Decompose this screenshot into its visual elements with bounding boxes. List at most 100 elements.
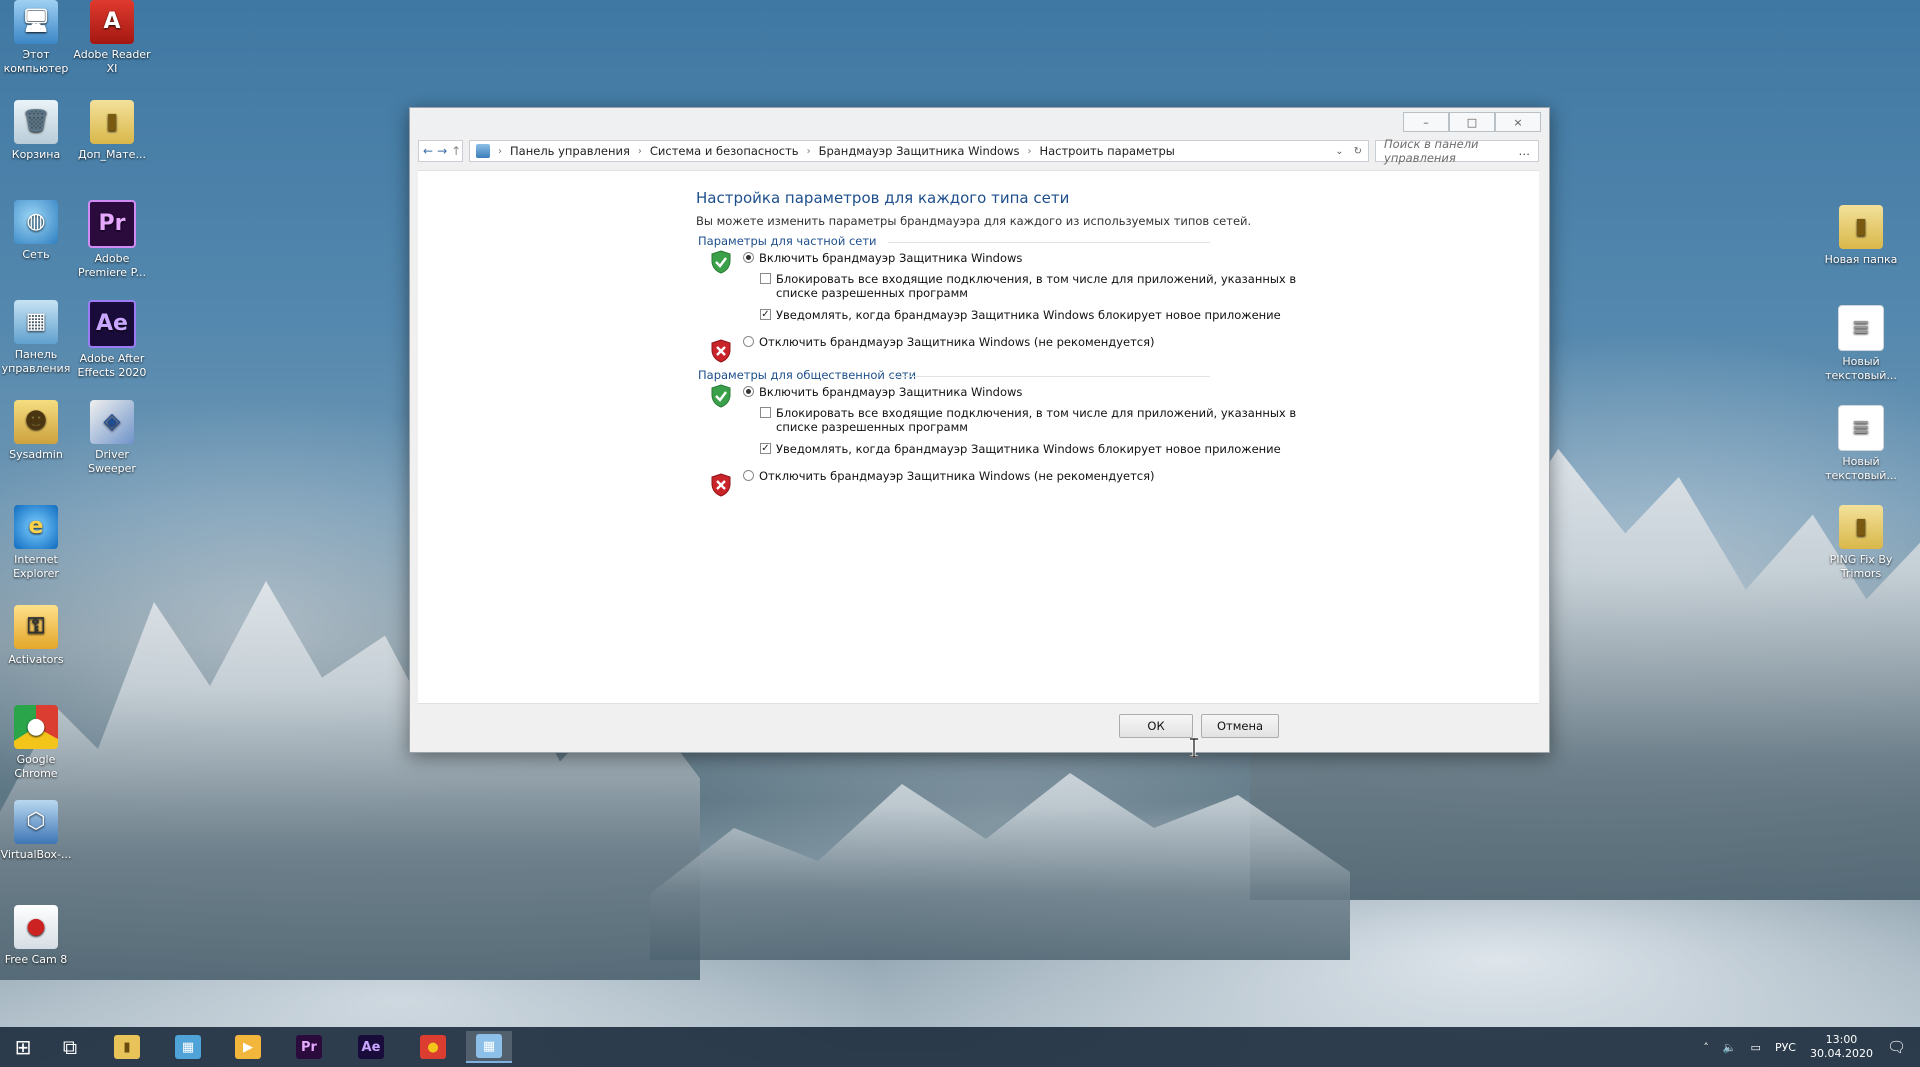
system-tray: ˄ 🔈 ▭ РУС 13:00 30.04.2020 🗨 <box>1703 1027 1920 1067</box>
public-notify-checkbox[interactable]: ✓ <box>760 443 771 454</box>
cancel-button[interactable]: Отмена <box>1201 714 1279 738</box>
store-taskbar-button[interactable]: ▦ <box>165 1031 211 1063</box>
desktop-icon[interactable]: ◈ Driver Sweeper <box>73 400 151 476</box>
up-arrow-icon[interactable]: ↑ <box>451 144 461 158</box>
desktop-icon-label: Sysadmin <box>9 448 63 461</box>
desktop-icon-label: Новый текстовый... <box>1825 355 1897 382</box>
text-cursor-icon <box>1190 738 1198 758</box>
breadcrumb-item-system-security[interactable]: Система и безопасность <box>650 144 799 158</box>
desktop-icon[interactable]: Ae Adobe After Effects 2020 <box>73 300 151 380</box>
public-enable-option[interactable]: Включить брандмауэр Защитника Windows <box>743 385 1022 399</box>
public-block-checkbox[interactable] <box>760 407 771 418</box>
public-block-option[interactable]: Блокировать все входящие подключения, в … <box>760 406 1296 434</box>
control-panel-taskbar-button[interactable]: ▦ <box>466 1031 512 1063</box>
breadcrumb[interactable]: › Панель управления › Система и безопасн… <box>469 140 1370 162</box>
private-notify-checkbox[interactable]: ✓ <box>760 309 771 320</box>
desktop-icon[interactable]: 🗑 Корзина <box>0 100 75 162</box>
desktop-icon[interactable]: A Adobe Reader XI <box>73 0 151 76</box>
desktop-icon[interactable]: ▮ Доп_Мате... <box>73 100 151 162</box>
title-bar[interactable]: – □ × <box>410 108 1549 136</box>
public-notify-option[interactable]: ✓ Уведомлять, когда брандмауэр Защитника… <box>760 442 1281 456</box>
search-icon[interactable]: … <box>1519 144 1531 158</box>
private-enable-option[interactable]: Включить брандмауэр Защитника Windows <box>743 251 1022 265</box>
page-description: Вы можете изменить параметры брандмауэра… <box>696 214 1252 228</box>
breadcrumb-item-control-panel[interactable]: Панель управления <box>510 144 630 158</box>
dialog-button-bar: ОК Отмена <box>418 703 1539 748</box>
ok-button[interactable]: ОК <box>1119 714 1193 738</box>
private-notify-label: Уведомлять, когда брандмауэр Защитника W… <box>776 308 1281 322</box>
desktop-icon[interactable]: ▮ Новая папка <box>1822 205 1900 267</box>
private-network-heading: Параметры для частной сети <box>698 234 877 248</box>
desktop-app-icon: A <box>90 0 134 44</box>
media-player-taskbar-button[interactable]: ▶ <box>225 1031 271 1063</box>
desktop-file-icon: ▮ <box>1839 505 1883 549</box>
desktop-icon[interactable]: ⬡ VirtualBox-... <box>0 800 75 862</box>
desktop-icon[interactable]: ▦ Панель управления <box>0 300 75 376</box>
chevron-up-icon[interactable]: ˄ <box>1703 1041 1709 1054</box>
desktop-icon[interactable]: Pr Adobe Premiere P... <box>73 200 151 280</box>
desktop-icon[interactable]: ● Google Chrome <box>0 705 75 781</box>
clock-time: 13:00 <box>1825 1033 1858 1046</box>
desktop-app-icon: ⬡ <box>14 800 58 844</box>
after-effects-taskbar-button[interactable]: Ae <box>348 1031 394 1063</box>
breadcrumb-item-firewall[interactable]: Брандмауэр Защитника Windows <box>819 144 1020 158</box>
desktop-icon[interactable]: ◍ Сеть <box>0 200 75 262</box>
chrome-taskbar-button[interactable]: ● <box>410 1031 456 1063</box>
private-block-checkbox[interactable] <box>760 273 771 284</box>
public-enable-radio[interactable] <box>743 386 754 397</box>
desktop-icon-label: PING Fix By Trimors <box>1829 553 1893 580</box>
private-enable-label: Включить брандмауэр Защитника Windows <box>759 251 1023 265</box>
private-disable-radio[interactable] <box>743 336 754 347</box>
premiere-taskbar-button[interactable]: Pr <box>286 1031 332 1063</box>
network-icon[interactable]: ▭ <box>1751 1041 1761 1054</box>
desktop-file-icon: ▮ <box>1839 205 1883 249</box>
forward-arrow-icon[interactable]: → <box>437 144 447 158</box>
shield-green-icon <box>711 250 731 274</box>
desktop-icon-label: Adobe Reader XI <box>73 48 151 75</box>
back-arrow-icon[interactable]: ← <box>423 144 433 158</box>
close-button[interactable]: × <box>1495 112 1541 132</box>
public-network-heading: Параметры для общественной сети <box>698 368 917 382</box>
breadcrumb-item-customize[interactable]: Настроить параметры <box>1039 144 1174 158</box>
desktop-icon[interactable]: e Internet Explorer <box>0 505 75 581</box>
desktop-icon[interactable]: ⚿ Activators <box>0 605 75 667</box>
public-disable-option[interactable]: Отключить брандмауэр Защитника Windows (… <box>743 469 1155 483</box>
task-view-button[interactable]: ⧉ <box>47 1031 93 1063</box>
desktop-icon[interactable]: ≡ Новый текстовый... <box>1822 405 1900 483</box>
taskbar-app-icon: ▶ <box>235 1035 261 1059</box>
clock[interactable]: 13:00 30.04.2020 <box>1810 1033 1873 1061</box>
clock-date: 30.04.2020 <box>1809 1047 1873 1060</box>
notifications-icon[interactable]: 🗨 <box>1887 1038 1906 1056</box>
explorer-taskbar-button[interactable]: ▮ <box>104 1031 150 1063</box>
desktop-app-icon: 🗑 <box>14 100 58 144</box>
private-block-option[interactable]: Блокировать все входящие подключения, в … <box>760 272 1296 300</box>
taskbar-app-icon: Ae <box>358 1035 384 1059</box>
maximize-button[interactable]: □ <box>1449 112 1495 132</box>
desktop-icon[interactable]: ☻ Sysadmin <box>0 400 75 462</box>
private-disable-label: Отключить брандмауэр Защитника Windows (… <box>759 335 1155 349</box>
search-input[interactable]: Поиск в панели управления … <box>1375 137 1539 165</box>
refresh-icon[interactable]: ↻ <box>1354 146 1362 157</box>
private-enable-radio[interactable] <box>743 252 754 263</box>
desktop-icon[interactable]: ● Free Cam 8 <box>0 905 75 967</box>
desktop-icon[interactable]: ≡ Новый текстовый... <box>1822 305 1900 383</box>
nav-buttons: ← → ↑ <box>418 140 464 162</box>
chevron-down-icon[interactable]: ⌄ <box>1335 146 1343 157</box>
desktop-icon[interactable]: 🖥 Этот компьютер <box>0 0 75 76</box>
public-block-label: Блокировать все входящие подключения, в … <box>776 406 1297 434</box>
start-button[interactable]: ⊞ <box>0 1031 46 1063</box>
desktop-icon-label: Корзина <box>11 148 61 161</box>
volume-icon[interactable]: 🔈 <box>1723 1041 1737 1054</box>
public-disable-radio[interactable] <box>743 470 754 481</box>
shield-red-icon <box>711 473 731 497</box>
private-disable-option[interactable]: Отключить брандмауэр Защитника Windows (… <box>743 335 1155 349</box>
language-indicator[interactable]: РУС <box>1775 1041 1796 1054</box>
minimize-button[interactable]: – <box>1403 112 1449 132</box>
desktop-icon[interactable]: ▮ PING Fix By Trimors <box>1822 505 1900 581</box>
private-notify-option[interactable]: ✓ Уведомлять, когда брандмауэр Защитника… <box>760 308 1281 322</box>
desktop-icon-label: Internet Explorer <box>13 553 59 580</box>
taskbar-app-icon: ⧉ <box>62 1035 78 1059</box>
public-notify-label: Уведомлять, когда брандмауэр Защитника W… <box>776 442 1281 456</box>
desktop-app-icon: ● <box>14 905 58 949</box>
desktop-icon-label: Activators <box>8 653 64 666</box>
